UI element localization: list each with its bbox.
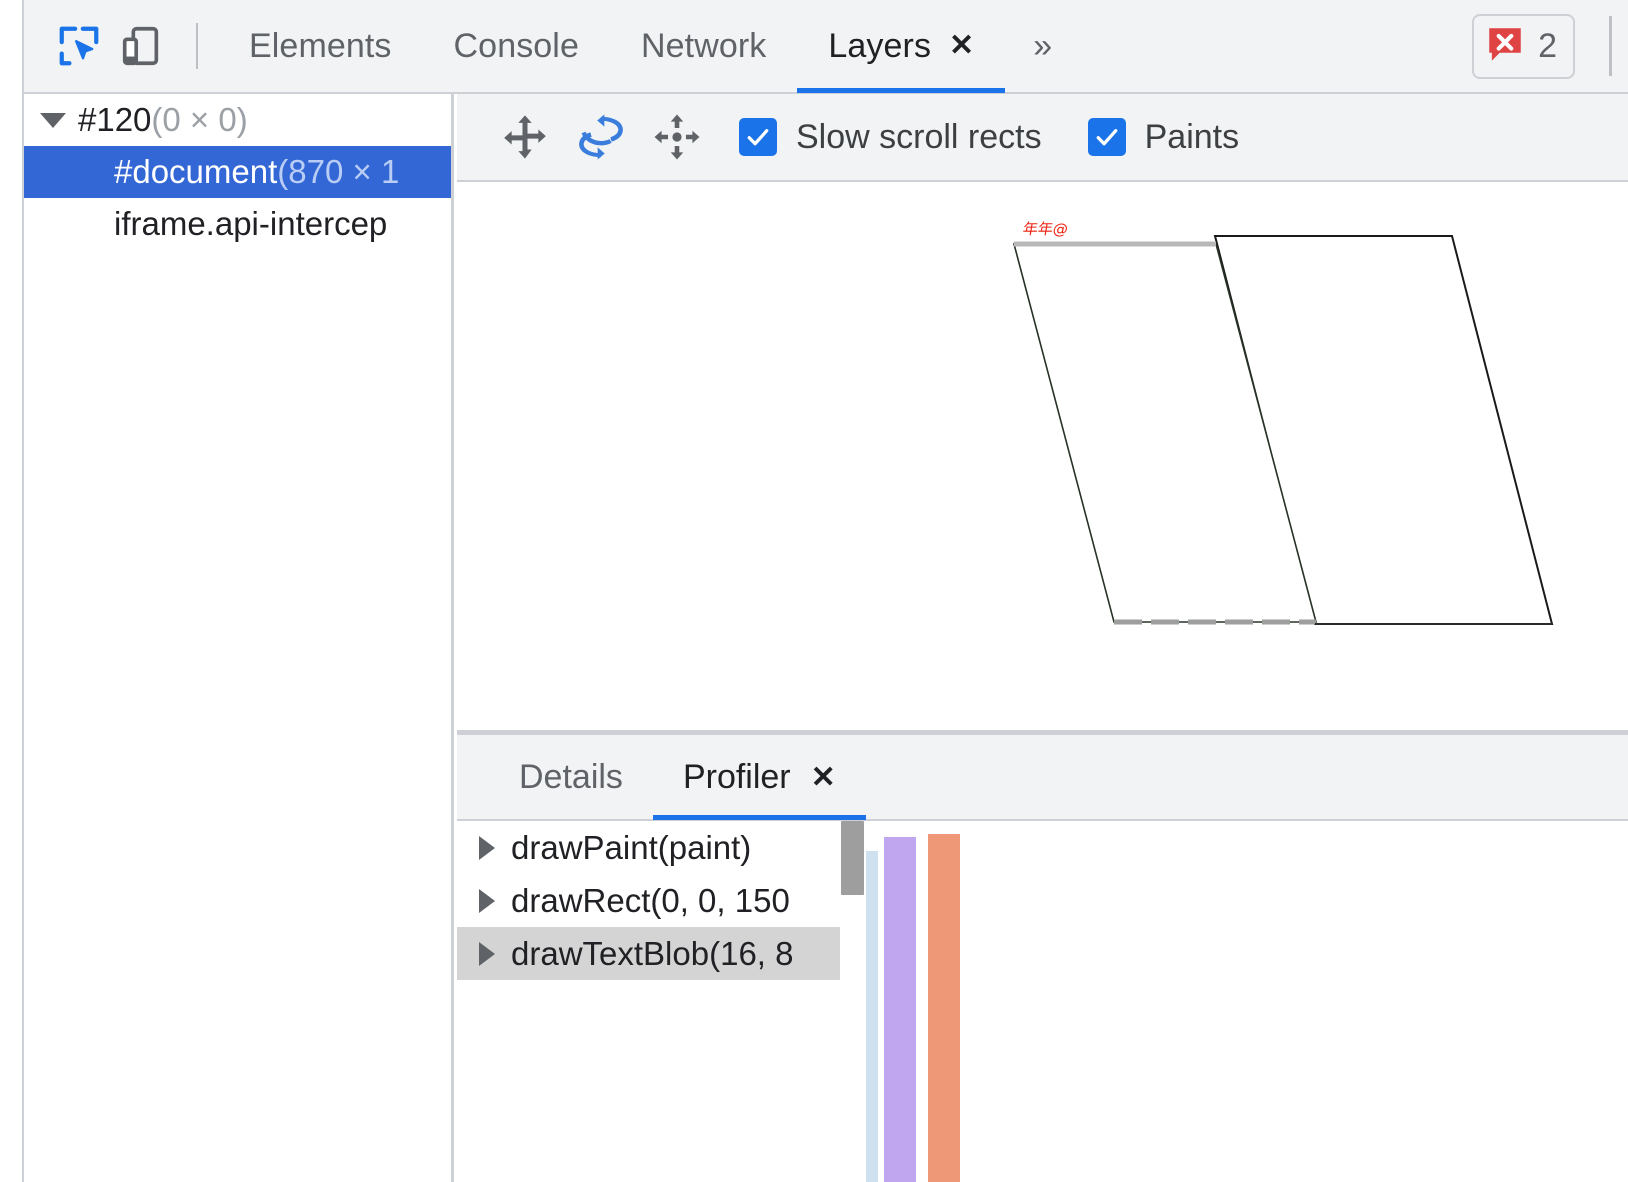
- layer-tree-row-root-size: (0 × 0): [151, 101, 248, 138]
- tab-bar-right-divider: [1609, 16, 1612, 76]
- close-icon[interactable]: ✕: [949, 31, 974, 61]
- paint-command-label: drawTextBlob(16, 8: [511, 934, 794, 972]
- error-count-badge[interactable]: 2: [1472, 13, 1575, 79]
- tab-details[interactable]: Details: [489, 734, 653, 820]
- tab-bar-right: 2: [1472, 0, 1628, 93]
- layer-tree-row-iframe-name: iframe.api-intercep: [114, 205, 388, 242]
- bar-drawRect: [884, 837, 916, 1182]
- list-item[interactable]: drawRect(0, 0, 150: [457, 874, 840, 927]
- layer-tree-row-document-name: #document: [114, 153, 278, 190]
- error-bubble-icon: [1484, 23, 1526, 70]
- devtools-screenshot: Elements Console Network Layers ✕ » 2 #1…: [0, 0, 1628, 1182]
- list-item[interactable]: drawPaint(paint): [457, 821, 840, 874]
- layer-tree-row-document[interactable]: #document (870 × 1: [24, 146, 451, 198]
- slow-scroll-rects-checkbox[interactable]: Slow scroll rects: [739, 118, 1042, 157]
- list-item[interactable]: drawTextBlob(16, 8: [457, 927, 840, 980]
- bar-drawTextBlob: [928, 834, 960, 1182]
- error-count-label: 2: [1538, 26, 1557, 65]
- paint-profiler-bar-chart[interactable]: [840, 821, 1628, 1182]
- tab-elements[interactable]: Elements: [218, 0, 423, 93]
- chevron-right-icon[interactable]: [479, 888, 495, 913]
- layer-tree-row-document-size: (870 × 1: [277, 153, 400, 190]
- chevron-right-icon[interactable]: [479, 835, 495, 860]
- tab-details-label: Details: [519, 757, 623, 796]
- tab-bar-tools: [24, 0, 218, 93]
- main-tab-bar: Elements Console Network Layers ✕ » 2: [24, 0, 1628, 94]
- layer-tree-row-root[interactable]: #120 (0 × 0): [24, 94, 451, 146]
- inspect-element-icon[interactable]: [48, 15, 110, 77]
- tab-console[interactable]: Console: [423, 0, 610, 93]
- layer-tree-sidebar[interactable]: #120 (0 × 0) #document (870 × 1 iframe.a…: [24, 94, 454, 1182]
- paints-label: Paints: [1144, 117, 1240, 156]
- reset-view-icon[interactable]: [639, 101, 715, 173]
- drawer-tab-bar: Details Profiler ✕: [457, 735, 1628, 821]
- paint-profiler-area: drawPaint(paint) drawRect(0, 0, 150 draw…: [457, 821, 1628, 1182]
- close-icon[interactable]: ✕: [811, 760, 836, 795]
- paint-command-list[interactable]: drawPaint(paint) drawRect(0, 0, 150 draw…: [457, 821, 840, 980]
- checkbox-checked-icon: [1087, 118, 1126, 156]
- tab-network-label: Network: [640, 26, 767, 65]
- panel-tabs: Elements Console Network Layers ✕ »: [218, 0, 1080, 93]
- chevron-right-icon[interactable]: [479, 941, 495, 966]
- tab-elements-label: Elements: [249, 26, 392, 65]
- tab-network[interactable]: Network: [610, 0, 797, 93]
- paint-command-label: drawRect(0, 0, 150: [511, 881, 790, 919]
- toolbar-divider: [196, 23, 198, 69]
- layer-tree-row-root-name: #120: [78, 101, 152, 138]
- tab-profiler-label: Profiler: [682, 757, 791, 796]
- layers-view-toolbar: Slow scroll rects Paints: [457, 94, 1628, 182]
- tab-layers[interactable]: Layers ✕: [797, 0, 1006, 93]
- device-toolbar-icon[interactable]: [110, 15, 172, 77]
- pan-mode-icon[interactable]: [487, 101, 563, 173]
- bar-drawPaint: [866, 851, 878, 1182]
- layer-document-paint-text: 年年@: [1021, 220, 1070, 238]
- rotate-mode-icon[interactable]: [563, 101, 639, 173]
- layers-3d-canvas[interactable]: 年年@: [457, 182, 1628, 730]
- slow-scroll-rects-label: Slow scroll rects: [796, 117, 1042, 156]
- more-tabs-icon[interactable]: »: [1005, 0, 1080, 93]
- devtools-window: Elements Console Network Layers ✕ » 2 #1…: [22, 0, 1628, 1182]
- checkbox-checked-icon: [739, 118, 777, 156]
- layers-3d-svg: [1012, 235, 1554, 625]
- tab-console-label: Console: [453, 26, 579, 65]
- paints-checkbox[interactable]: Paints: [1087, 117, 1240, 157]
- chevron-down-icon[interactable]: [40, 112, 66, 128]
- layer-tree-row-iframe[interactable]: iframe.api-intercep: [24, 198, 451, 250]
- drawer-panel: Details Profiler ✕ drawPaint(paint) draw…: [457, 735, 1628, 1182]
- tab-profiler[interactable]: Profiler ✕: [652, 734, 866, 820]
- tab-layers-label: Layers: [828, 26, 932, 65]
- paint-command-label: drawPaint(paint): [511, 828, 752, 866]
